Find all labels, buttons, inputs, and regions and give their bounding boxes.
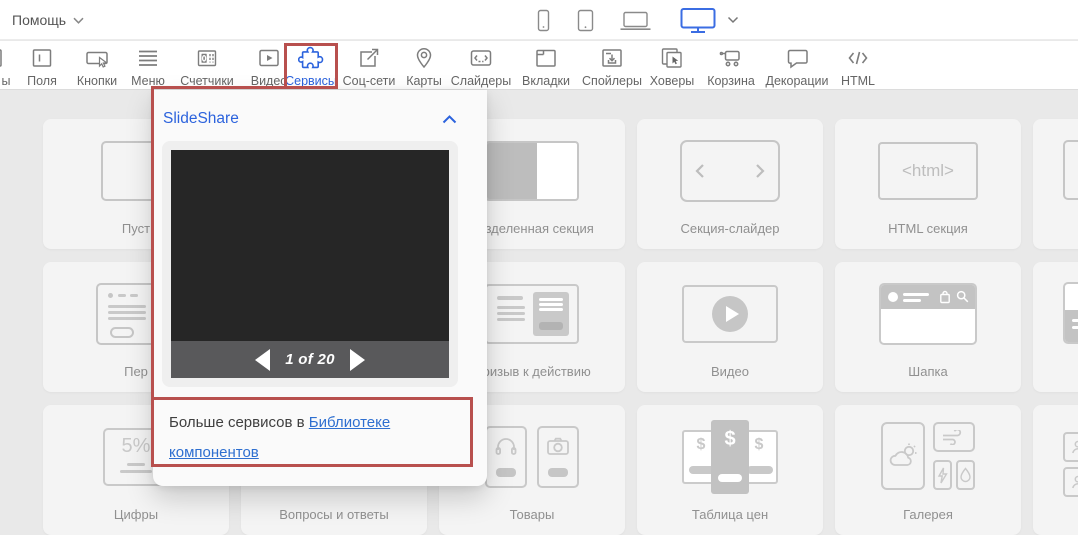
preview-screen xyxy=(171,150,449,341)
slider-icon xyxy=(468,45,494,71)
card-gallery[interactable]: Галерея xyxy=(835,405,1021,535)
chevron-up-icon[interactable] xyxy=(442,115,457,124)
hamburger-icon xyxy=(135,45,161,71)
card-partial-right-3[interactable] xyxy=(1033,405,1078,535)
person-icon xyxy=(1071,475,1078,489)
bag-icon xyxy=(939,290,951,304)
counter-icon xyxy=(194,45,220,71)
slide-pager-text: 1 of 20 xyxy=(285,351,335,368)
pricing-table-icon: $ $ $ xyxy=(637,419,823,495)
tabs-icon xyxy=(533,45,559,71)
partial-people-icon xyxy=(1063,432,1078,497)
dropdown-footer: Больше сервисов в Библиотеке компонентов xyxy=(169,408,473,468)
code-icon xyxy=(845,45,871,71)
droplet-icon xyxy=(960,467,971,483)
prev-slide-button[interactable] xyxy=(255,349,270,371)
search-icon xyxy=(956,290,969,303)
person-icon xyxy=(1071,440,1078,454)
slider-section-icon xyxy=(637,139,823,203)
card-html-section[interactable]: <html> HTML секция xyxy=(835,119,1021,249)
device-smartphone-icon[interactable] xyxy=(536,9,551,32)
card-partial-right-2[interactable] xyxy=(1033,262,1078,392)
partial-footer-icon xyxy=(1063,282,1078,344)
next-slide-button[interactable] xyxy=(350,349,365,371)
map-pin-icon xyxy=(411,45,437,71)
chevron-down-icon xyxy=(73,17,84,24)
dropdown-header: SlideShare xyxy=(153,90,487,128)
device-desktop-icon[interactable] xyxy=(679,7,717,34)
components-toolbar: ы Поля Кнопки Меню Счетчики Видео Сервис… xyxy=(0,41,1078,90)
device-tablet-icon[interactable] xyxy=(577,9,594,32)
card-slider-section[interactable]: Секция-слайдер xyxy=(637,119,823,249)
partial-section-icon xyxy=(1063,140,1078,200)
cloud-sun-icon xyxy=(887,442,919,470)
card-video-section[interactable]: Видео xyxy=(637,262,823,392)
hover-cursor-icon xyxy=(659,45,685,71)
camera-icon xyxy=(547,437,569,456)
header-section-icon xyxy=(835,282,1021,346)
chevron-right-icon xyxy=(755,163,765,179)
more-services-text: Больше сервисов в xyxy=(169,414,309,431)
card-header-section[interactable]: Шапка xyxy=(835,262,1021,392)
help-menu[interactable]: Помощь xyxy=(12,0,84,40)
components-library-link-line1[interactable]: Библиотеке xyxy=(309,414,390,431)
gallery-icon xyxy=(835,421,1021,491)
slideshare-preview: 1 of 20 xyxy=(162,141,458,387)
help-label: Помощь xyxy=(12,12,66,28)
toolbar-item-html[interactable]: HTML xyxy=(813,45,903,88)
lightning-icon xyxy=(937,467,948,484)
preview-pager-bar: 1 of 20 xyxy=(171,341,449,378)
html-section-icon: <html> xyxy=(835,139,1021,203)
play-icon xyxy=(712,296,748,332)
speech-bubble-icon xyxy=(784,45,810,71)
device-switcher-chevron-icon[interactable] xyxy=(727,16,739,24)
puzzle-icon xyxy=(298,45,324,71)
chevron-left-icon xyxy=(695,163,705,179)
spoiler-icon xyxy=(599,45,625,71)
cart-icon xyxy=(718,45,744,71)
top-bar: Помощь xyxy=(0,0,1078,40)
services-dropdown-panel: SlideShare 1 of 20 Больше сервисов в Биб… xyxy=(153,90,487,486)
slideshare-link[interactable]: SlideShare xyxy=(163,110,239,128)
device-laptop-icon[interactable] xyxy=(619,11,652,31)
card-partial-right-1[interactable] xyxy=(1033,119,1078,249)
wind-icon xyxy=(941,430,967,445)
video-section-icon xyxy=(637,282,823,346)
components-library-link-line2[interactable]: компонентов xyxy=(169,444,259,461)
card-pricing-table[interactable]: $ $ $ Таблица цен xyxy=(637,405,823,535)
headphones-icon xyxy=(495,437,517,456)
